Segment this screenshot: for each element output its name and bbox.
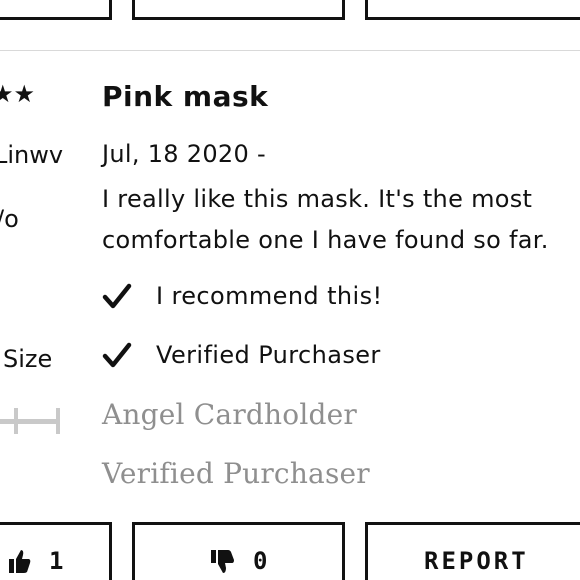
report-button-content: REPORT — [424, 547, 529, 575]
helpful-button[interactable]: 1 — [0, 522, 112, 580]
helpful-button-content: 1 — [7, 547, 63, 575]
top-button-right[interactable] — [365, 0, 580, 20]
review-body-line: comfortable one I have found so far. — [102, 226, 549, 254]
recommend-label: I recommend this! — [156, 282, 383, 310]
report-label: REPORT — [424, 547, 529, 575]
unhelpful-button[interactable]: 0 — [132, 522, 345, 580]
verified-purchaser-secondary: Verified Purchaser — [102, 457, 370, 490]
checkmark-icon — [102, 283, 132, 309]
thumbs-up-icon — [9, 550, 31, 573]
slider-tick — [14, 408, 18, 434]
checkmark-icon — [102, 342, 132, 368]
unhelpful-button-content: 0 — [209, 547, 267, 575]
recommend-row: I recommend this! — [102, 281, 383, 311]
top-button-left[interactable] — [0, 0, 112, 20]
reviewer-byline: Angel Cardholder — [102, 398, 357, 431]
size-fit-slider — [0, 405, 64, 437]
report-button[interactable]: REPORT — [365, 522, 580, 580]
helpful-count: 1 — [49, 547, 64, 575]
review-date: Jul, 18 2020 - — [102, 140, 266, 168]
review-divider — [0, 50, 580, 51]
review-body-line: I really like this mask. It's the most — [102, 185, 533, 213]
size-fit-label: Size — [3, 345, 53, 373]
verified-label: Verified Purchaser — [156, 341, 381, 369]
verified-row: Verified Purchaser — [102, 340, 381, 370]
rating-stars: ★★ — [0, 80, 36, 108]
reviewer-location: /o — [0, 205, 19, 233]
thumbs-down-icon — [211, 550, 234, 573]
reviewer-name: Linwv — [0, 141, 64, 169]
unhelpful-count: 0 — [253, 547, 268, 575]
slider-tick — [56, 408, 60, 434]
review-title: Pink mask — [102, 80, 269, 113]
review-body: I really like this mask. It's the most c… — [102, 179, 578, 261]
top-button-middle[interactable] — [132, 0, 345, 20]
slider-track — [0, 419, 60, 424]
